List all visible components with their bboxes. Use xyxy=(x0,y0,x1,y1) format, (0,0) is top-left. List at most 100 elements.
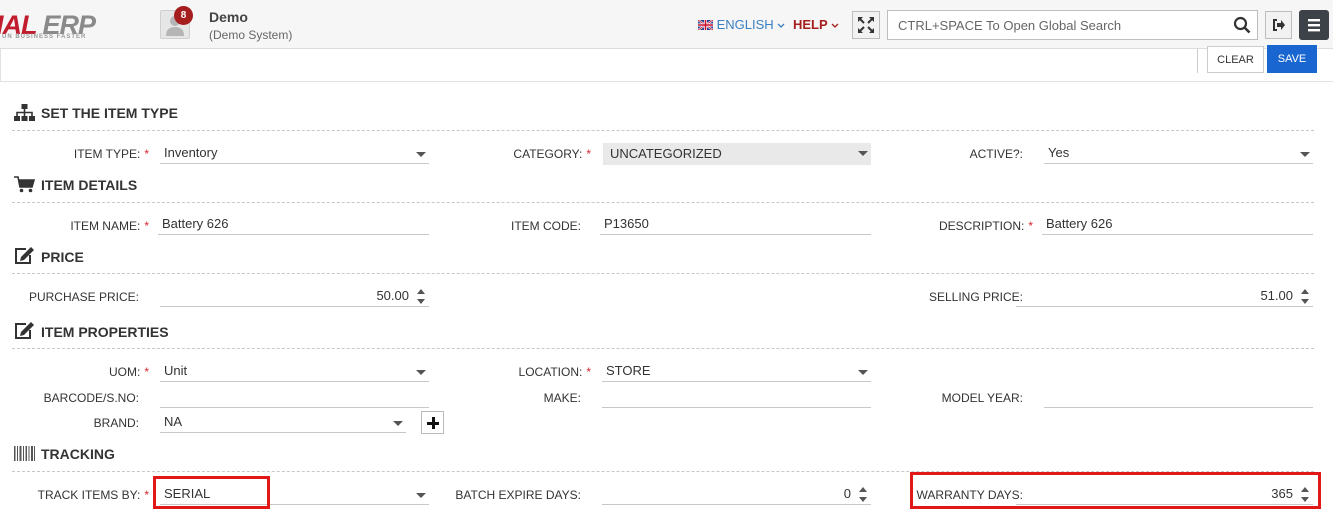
make-input[interactable] xyxy=(602,388,871,408)
category-value: UNCATEGORIZED xyxy=(610,146,722,161)
app-logo[interactable]: IAL ERP UN BUSINESS FASTER xyxy=(0,6,110,46)
location-select[interactable]: STORE xyxy=(602,362,871,382)
item-type-value: Inventory xyxy=(164,145,218,160)
chevron-down-icon xyxy=(831,23,839,28)
spinner-icon[interactable] xyxy=(1301,288,1310,306)
item-type-select[interactable]: Inventory xyxy=(160,144,429,164)
section-title-text: SET THE ITEM TYPE xyxy=(41,105,178,121)
barcode-input[interactable] xyxy=(160,388,429,408)
fullscreen-button[interactable] xyxy=(852,11,880,39)
logout-button[interactable] xyxy=(1265,11,1292,39)
item-code-label: ITEM CODE: xyxy=(510,219,581,233)
location-label: LOCATION: * xyxy=(450,365,591,379)
warranty-label: WARRANTY DAYS: xyxy=(916,488,1023,502)
section-divider xyxy=(12,348,1314,349)
required-marker: * xyxy=(144,488,149,502)
chevron-down-icon xyxy=(416,152,426,157)
language-selector[interactable]: ENGLISH xyxy=(697,17,785,32)
user-system: (Demo System) xyxy=(209,28,293,42)
label-text: ITEM NAME: xyxy=(70,219,141,233)
barcode-icon xyxy=(14,446,35,461)
global-search[interactable] xyxy=(887,10,1258,40)
section-title-item-properties: ITEM PROPERTIES xyxy=(14,322,169,340)
logout-icon xyxy=(1273,19,1285,31)
model-year-label: MODEL YEAR: xyxy=(941,391,1023,405)
expand-icon xyxy=(858,17,874,33)
help-label: HELP xyxy=(793,17,828,32)
selling-price-label: SELLING PRICE: xyxy=(928,290,1023,304)
section-divider xyxy=(12,202,1314,203)
chevron-down-icon xyxy=(416,493,426,498)
location-value: STORE xyxy=(606,363,651,378)
warranty-value: 365 xyxy=(1271,486,1293,501)
clear-button[interactable]: CLEAR xyxy=(1207,46,1264,73)
track-by-label: TRACK ITEMS BY: * xyxy=(20,488,149,502)
uom-select[interactable]: Unit xyxy=(160,362,429,382)
help-menu[interactable]: HELP xyxy=(793,17,839,32)
selling-price-input[interactable]: 51.00 xyxy=(1016,287,1313,307)
logo-tagline: UN BUSINESS FASTER xyxy=(2,34,87,40)
purchase-price-label: PURCHASE PRICE: xyxy=(28,290,139,304)
batch-expire-input[interactable]: 0 xyxy=(602,485,871,505)
spinner-icon[interactable] xyxy=(859,486,868,504)
save-button[interactable]: SAVE xyxy=(1267,45,1317,73)
required-marker: * xyxy=(586,365,591,379)
label-text: TRACK ITEMS BY: xyxy=(37,488,141,502)
item-name-label: ITEM NAME: * xyxy=(20,219,149,233)
chevron-down-icon xyxy=(416,370,426,375)
item-code-input[interactable]: P13650 xyxy=(600,215,871,235)
item-type-label: ITEM TYPE: * xyxy=(20,147,149,161)
menu-icon xyxy=(1308,19,1320,32)
item-name-input[interactable]: Battery 626 xyxy=(158,215,429,235)
uk-flag-icon xyxy=(697,19,714,31)
section-title-item-details: ITEM DETAILS xyxy=(14,176,137,193)
warranty-input[interactable]: 365 xyxy=(1016,485,1313,505)
notification-badge[interactable]: 8 xyxy=(174,6,193,25)
active-value: Yes xyxy=(1048,145,1070,160)
purchase-price-input[interactable]: 50.00 xyxy=(160,287,429,307)
required-marker: * xyxy=(1028,219,1033,233)
spinner-icon[interactable] xyxy=(1301,486,1310,504)
active-select[interactable]: Yes xyxy=(1044,144,1313,164)
batch-expire-value: 0 xyxy=(843,486,851,501)
edit-icon xyxy=(15,247,34,264)
section-title-text: PRICE xyxy=(41,249,84,265)
add-brand-button[interactable] xyxy=(421,411,444,434)
cart-icon xyxy=(14,176,36,193)
model-year-input[interactable] xyxy=(1044,388,1313,408)
section-divider xyxy=(12,471,1314,472)
section-title-text: ITEM PROPERTIES xyxy=(41,324,169,340)
label-text: CATEGORY: xyxy=(513,147,583,161)
uom-label: UOM: * xyxy=(20,365,149,379)
brand-select[interactable]: NA xyxy=(160,413,406,433)
main-menu-button[interactable] xyxy=(1299,10,1329,40)
purchase-price-value: 50.00 xyxy=(376,288,409,303)
active-label: ACTIVE?: xyxy=(969,147,1023,161)
label-text: ITEM TYPE: xyxy=(73,147,141,161)
spinner-icon[interactable] xyxy=(417,288,426,306)
chevron-down-icon xyxy=(858,151,868,156)
language-label: ENGLISH xyxy=(716,17,774,32)
category-select[interactable]: UNCATEGORIZED xyxy=(603,143,871,165)
track-by-value: SERIAL xyxy=(164,486,211,501)
section-title-text: ITEM DETAILS xyxy=(41,177,138,193)
uom-value: Unit xyxy=(164,363,188,378)
section-title-text: TRACKING xyxy=(41,446,115,462)
track-by-select[interactable]: SERIAL xyxy=(160,485,429,505)
search-icon[interactable] xyxy=(1233,16,1251,34)
section-title-price: PRICE xyxy=(14,247,84,265)
chevron-down-icon xyxy=(777,23,785,28)
make-label: MAKE: xyxy=(543,391,581,405)
sitemap-icon xyxy=(14,104,35,121)
batch-expire-label: BATCH EXPIRE DAYS: xyxy=(455,488,581,502)
description-input[interactable]: Battery 626 xyxy=(1042,215,1313,235)
required-marker: * xyxy=(144,219,149,233)
chevron-down-icon xyxy=(858,370,868,375)
global-search-input[interactable] xyxy=(888,11,1218,39)
edit-icon xyxy=(15,322,34,339)
selling-price-value: 51.00 xyxy=(1260,288,1293,303)
chevron-down-icon xyxy=(393,421,403,426)
brand-label: BRAND: xyxy=(93,416,139,430)
section-title-item-type: SET THE ITEM TYPE xyxy=(14,104,178,121)
section-divider xyxy=(12,273,1314,274)
